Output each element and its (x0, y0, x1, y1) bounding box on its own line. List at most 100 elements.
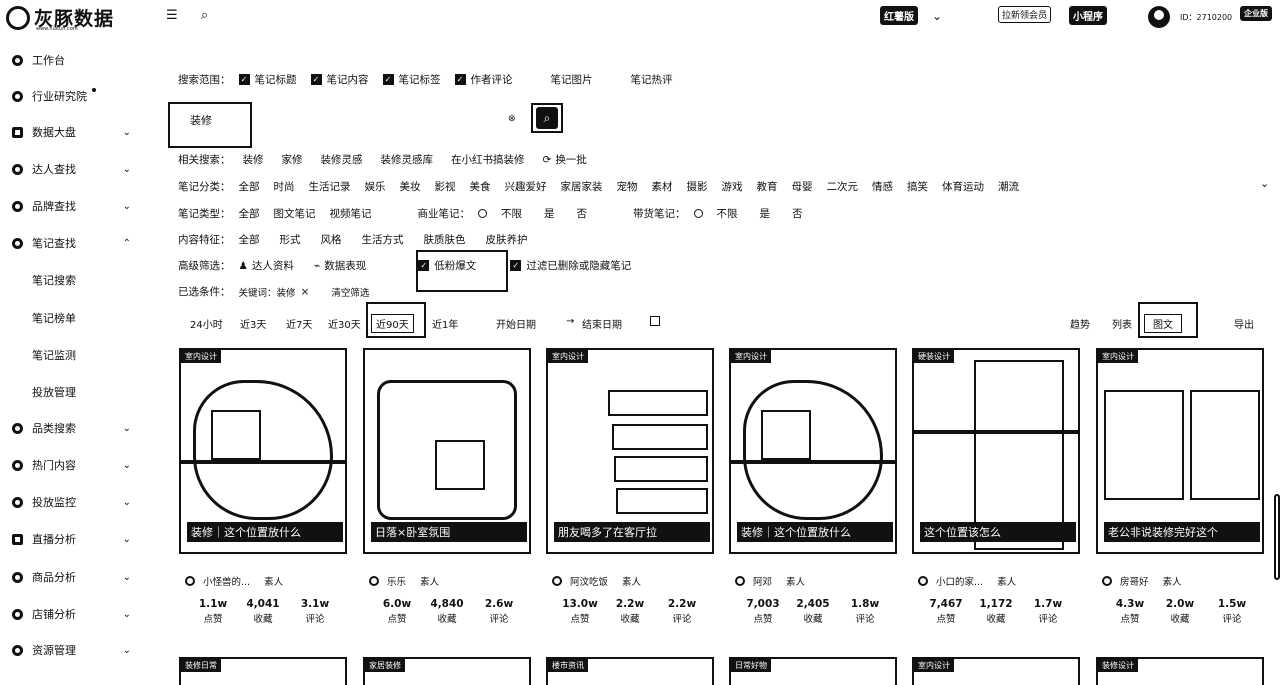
chevron-down-icon[interactable]: ⌄ (1260, 177, 1269, 190)
scope-title[interactable]: 笔记标题 (255, 72, 297, 87)
note-cover[interactable]: 室内设计 装修｜这个位置放什么 (729, 348, 897, 554)
checkbox-icon[interactable]: ✓ (238, 74, 250, 85)
search-button[interactable]: ⌕ (531, 103, 563, 133)
sidebar-item-category[interactable]: 品类搜索 ⌄ (12, 418, 137, 438)
category-item[interactable]: 娱乐 (365, 179, 386, 194)
feature-item[interactable]: 形式 (280, 232, 301, 247)
feature-item[interactable]: 生活方式 (362, 232, 404, 247)
start-date-input[interactable]: 开始日期 (496, 316, 536, 331)
view-trend-tab[interactable]: 趋势 (1070, 316, 1090, 331)
sidebar-sub-note-rank[interactable]: 笔记榜单 (32, 310, 76, 326)
note-author[interactable]: 小怪兽的... 素人 (185, 574, 283, 588)
scope-tags[interactable]: 笔记标签 (399, 72, 441, 87)
note-cover[interactable]: 室内设计 装修｜这个位置放什么 (179, 348, 347, 554)
view-grid-tab[interactable]: 图文 (1144, 314, 1182, 333)
category-item[interactable]: 搞笑 (907, 179, 928, 194)
search-input[interactable]: 装修 (168, 102, 252, 148)
radio-icon[interactable] (693, 209, 703, 218)
scrollbar-handle[interactable] (1274, 494, 1280, 580)
category-item[interactable]: 家居家装 (561, 179, 603, 194)
time-tab[interactable]: 近1年 (432, 316, 458, 331)
sidebar-item-notes[interactable]: 笔记查找 ⌃ (12, 233, 137, 253)
goods-option[interactable]: 是 (760, 206, 771, 221)
sidebar-item-dashboard[interactable]: 数据大盘 ⌄ (12, 122, 137, 142)
menu-collapse-icon[interactable]: ☰ (166, 8, 178, 23)
sidebar-sub-ad-manage[interactable]: 投放管理 (32, 384, 76, 400)
type-item[interactable]: 图文笔记 (274, 206, 316, 221)
chevron-down-icon[interactable]: ⌄ (932, 9, 942, 23)
scope-images[interactable]: 笔记图片 (551, 72, 593, 87)
category-item[interactable]: 宠物 (617, 179, 638, 194)
end-date-input[interactable]: 结束日期 (582, 316, 622, 331)
miniprogram-button[interactable]: 小程序 (1069, 6, 1107, 25)
note-card[interactable]: 室内设计 (912, 657, 1080, 685)
related-item[interactable]: 装修 (243, 152, 264, 167)
related-item[interactable]: 装修灵感 (321, 152, 363, 167)
note-card[interactable]: 日常好物 (729, 657, 897, 685)
refresh-icon[interactable]: ⟳ (543, 154, 552, 166)
category-item[interactable]: 兴趣爱好 (505, 179, 547, 194)
sidebar-item-talent[interactable]: 达人查找 ⌄ (12, 159, 137, 179)
refresh-button[interactable]: 换一批 (555, 152, 587, 167)
invite-button[interactable]: 拉新领会员 (998, 6, 1052, 23)
checkbox-icon[interactable]: ✓ (510, 260, 522, 271)
note-card[interactable]: 楼市资讯 (546, 657, 714, 685)
sidebar-item-research[interactable]: 行业研究院 (12, 86, 137, 106)
note-author[interactable]: 阿汶吃饭 素人 (552, 574, 641, 588)
note-card[interactable]: 装修日常 (179, 657, 347, 685)
category-item[interactable]: 教育 (757, 179, 778, 194)
note-card[interactable]: 家居装修 (363, 657, 531, 685)
platform-badge[interactable]: 红薯版 (880, 6, 918, 25)
category-item[interactable]: 全部 (239, 179, 260, 194)
radio-icon[interactable] (478, 209, 487, 218)
category-item[interactable]: 游戏 (722, 179, 743, 194)
type-item[interactable]: 全部 (239, 206, 260, 221)
category-item[interactable]: 生活记录 (309, 179, 351, 194)
talent-filter[interactable]: 达人资料 (252, 258, 294, 273)
avatar[interactable] (1148, 6, 1170, 28)
feature-item[interactable]: 全部 (239, 232, 260, 247)
commercial-option[interactable]: 是 (544, 206, 555, 221)
feature-item[interactable]: 皮肤养护 (486, 232, 528, 247)
search-icon[interactable]: ⌕ (201, 8, 208, 23)
sidebar-item-live[interactable]: 直播分析 ⌄ (12, 529, 137, 549)
category-item[interactable]: 影视 (435, 179, 456, 194)
commercial-option[interactable]: 否 (577, 206, 588, 221)
category-item[interactable]: 体育运动 (942, 179, 984, 194)
note-cover[interactable]: 硬装设计 这个位置该怎么 (912, 348, 1080, 554)
filter-deleted[interactable]: 过滤已删除或隐藏笔记 (526, 258, 631, 273)
related-item[interactable]: 在小红书搞装修 (451, 152, 525, 167)
sidebar-item-resource[interactable]: 资源管理 ⌄ (12, 640, 137, 660)
note-author[interactable]: 乐乐 素人 (369, 574, 439, 588)
category-item[interactable]: 二次元 (827, 179, 859, 194)
category-item[interactable]: 情感 (872, 179, 893, 194)
calendar-icon[interactable] (650, 316, 660, 326)
time-tab[interactable]: 近7天 (286, 316, 312, 331)
sidebar-sub-note-search[interactable]: 笔记搜索 (32, 272, 76, 288)
clear-input-icon[interactable]: ⊗ (508, 114, 516, 124)
type-item[interactable]: 视频笔记 (330, 206, 372, 221)
clear-filter-button[interactable]: 清空筛选 (331, 285, 369, 299)
sidebar-item-goods[interactable]: 商品分析 ⌄ (12, 567, 137, 587)
note-cover[interactable]: 日落×卧室氛围 (363, 348, 531, 554)
note-card[interactable]: 装修设计 (1096, 657, 1264, 685)
checkbox-icon[interactable]: ✓ (454, 74, 466, 85)
checkbox-icon[interactable]: ✓ (310, 74, 322, 85)
export-button[interactable]: 导出 (1234, 316, 1254, 331)
category-item[interactable]: 母婴 (792, 179, 813, 194)
scope-hot-comments[interactable]: 笔记热评 (631, 72, 673, 87)
note-author[interactable]: 阿邓 素人 (735, 574, 805, 588)
commercial-option[interactable]: 不限 (501, 206, 522, 221)
sidebar-item-workbench[interactable]: 工作台 (12, 50, 137, 70)
category-item[interactable]: 潮流 (998, 179, 1019, 194)
time-tab-active[interactable]: 近90天 (371, 314, 414, 333)
category-item[interactable]: 美妆 (400, 179, 421, 194)
sidebar-item-brand[interactable]: 品牌查找 ⌄ (12, 196, 137, 216)
category-item[interactable]: 摄影 (687, 179, 708, 194)
note-author[interactable]: 房哥好 素人 (1102, 574, 1182, 588)
scope-content[interactable]: 笔记内容 (327, 72, 369, 87)
scope-comments[interactable]: 作者评论 (471, 72, 513, 87)
sidebar-sub-note-monitor[interactable]: 笔记监测 (32, 347, 76, 363)
note-cover[interactable]: 室内设计 老公非说装修完好这个 (1096, 348, 1264, 554)
goods-option[interactable]: 否 (792, 206, 803, 221)
